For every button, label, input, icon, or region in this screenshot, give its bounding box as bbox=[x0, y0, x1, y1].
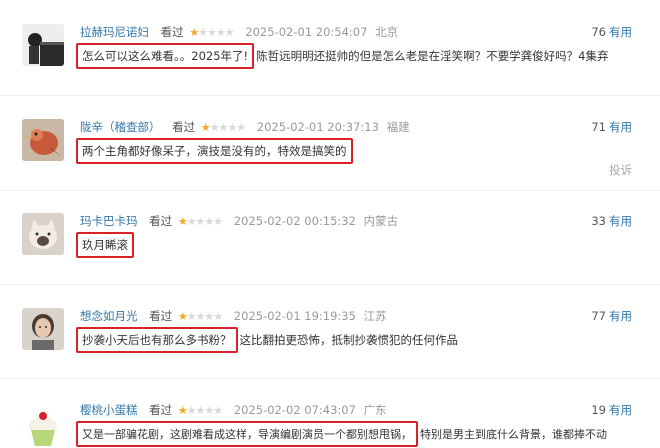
rating-stars: ★★★★★ bbox=[177, 310, 223, 323]
watched-label: 看过 bbox=[172, 120, 196, 134]
comment-time: 2025-02-02 07:43:07 bbox=[233, 403, 356, 417]
useful-button[interactable]: 有用 bbox=[609, 214, 632, 228]
comment-time: 2025-02-01 19:19:35 bbox=[233, 309, 356, 323]
votes-count: 71 bbox=[591, 120, 606, 134]
woman-piano-avatar[interactable] bbox=[22, 24, 64, 66]
review-meta: 玛卡巴卡玛 看过 ★★★★★ 2025-02-02 00:15:32 内蒙古 bbox=[80, 213, 398, 229]
useful-button[interactable]: 有用 bbox=[609, 309, 632, 323]
cupcake-avatar[interactable] bbox=[22, 406, 64, 448]
useful-votes[interactable]: 71 有用 bbox=[591, 119, 632, 135]
review-meta: 想念如月光 看过 ★★★★★ 2025-02-01 19:19:35 江苏 bbox=[80, 308, 387, 324]
divider bbox=[0, 95, 660, 96]
watched-label: 看过 bbox=[149, 403, 173, 417]
rating-stars: ★★★★★ bbox=[177, 404, 223, 417]
comment-time: 2025-02-02 00:15:32 bbox=[233, 214, 356, 228]
username-link[interactable]: 樱桃小蛋糕 bbox=[80, 403, 138, 417]
divider bbox=[0, 378, 660, 379]
comment-location: 广东 bbox=[363, 403, 387, 417]
comment-text-rest: 特别是男主到底什么背景，谁都捧不动 bbox=[420, 428, 607, 441]
useful-button[interactable]: 有用 bbox=[609, 403, 632, 417]
portrait-avatar[interactable] bbox=[22, 308, 64, 350]
useful-votes[interactable]: 19 有用 bbox=[591, 402, 632, 418]
useful-button[interactable]: 有用 bbox=[609, 120, 632, 134]
comment-text-highlighted: 两个主角都好像呆子，演技是没有的，特效是搞笑的 bbox=[76, 138, 353, 164]
votes-count: 76 bbox=[591, 25, 606, 39]
useful-votes[interactable]: 33 有用 bbox=[591, 213, 632, 229]
username-link[interactable]: 拉赫玛尼诺妇 bbox=[80, 25, 149, 39]
watched-label: 看过 bbox=[160, 25, 184, 39]
username-link[interactable]: 想念如月光 bbox=[80, 309, 138, 323]
comment-location: 福建 bbox=[386, 120, 410, 134]
divider bbox=[0, 190, 660, 191]
comment-text-rest: 陈哲远明明还挺帅的但是怎么老是在淫笑啊？不要学龚俊好吗？4集弃 bbox=[256, 49, 609, 63]
watched-label: 看过 bbox=[149, 309, 173, 323]
rating-stars: ★★★★★ bbox=[200, 121, 246, 134]
rating-stars: ★★★★★ bbox=[177, 215, 223, 228]
comment-text-rest: 这比翻拍更恐怖，抵制抄袭惯犯的任何作品 bbox=[239, 333, 459, 347]
comment-time: 2025-02-01 20:37:13 bbox=[256, 120, 379, 134]
comment-location: 北京 bbox=[375, 25, 399, 39]
comment-location: 内蒙古 bbox=[363, 214, 399, 228]
review-meta: 拉赫玛尼诺妇 看过 ★★★★★ 2025-02-01 20:54:07 北京 bbox=[80, 24, 398, 40]
useful-votes[interactable]: 77 有用 bbox=[591, 308, 632, 324]
votes-count: 19 bbox=[591, 403, 606, 417]
useful-votes[interactable]: 76 有用 bbox=[591, 24, 632, 40]
rating-stars: ★★★★★ bbox=[189, 26, 234, 39]
comment-text-highlighted: 玖月睎滚 bbox=[76, 232, 134, 258]
useful-button[interactable]: 有用 bbox=[609, 25, 632, 39]
comment-text-highlighted: 抄袭小天后也有那么多书粉？ bbox=[76, 327, 238, 353]
comment-time: 2025-02-01 20:54:07 bbox=[245, 25, 368, 39]
cat-avatar[interactable] bbox=[22, 213, 64, 255]
report-link[interactable]: 投诉 bbox=[609, 162, 632, 178]
comment-text-highlighted: 怎么可以这么难看。。2025年了! bbox=[76, 43, 255, 69]
review-meta: 樱桃小蛋糕 看过 ★★★★★ 2025-02-02 07:43:07 广东 bbox=[80, 402, 387, 418]
votes-count: 33 bbox=[591, 214, 606, 228]
divider bbox=[0, 284, 660, 285]
bird-avatar[interactable] bbox=[22, 119, 64, 161]
votes-count: 77 bbox=[591, 309, 606, 323]
comment-text-highlighted: 又是一部骗花剧，这剧难看成这样，导演编剧演员一个都别想甩锅， bbox=[76, 421, 418, 447]
username-link[interactable]: 玛卡巴卡玛 bbox=[80, 214, 138, 228]
comment-location: 江苏 bbox=[363, 309, 387, 323]
watched-label: 看过 bbox=[149, 214, 173, 228]
username-link[interactable]: 陇辛（稽查部） bbox=[80, 120, 161, 134]
review-meta: 陇辛（稽查部） 看过 ★★★★★ 2025-02-01 20:37:13 福建 bbox=[80, 119, 410, 135]
